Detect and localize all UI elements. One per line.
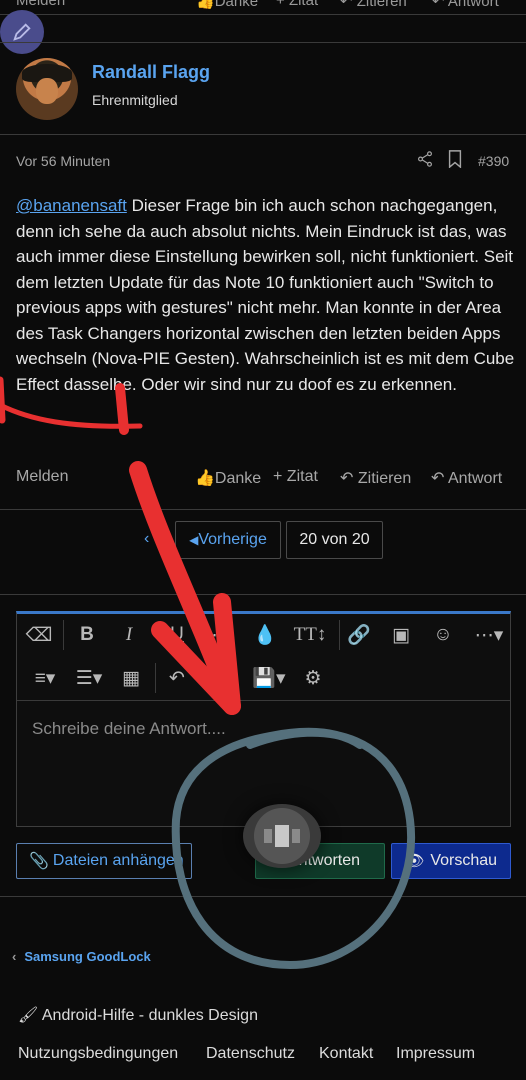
paintbrush-icon: 🖌: [18, 1007, 39, 1024]
bookmark-icon[interactable]: [447, 150, 463, 171]
chevron-left-icon: ◀: [189, 533, 199, 547]
red-underline-annotation: [0, 402, 143, 429]
avatar[interactable]: [16, 58, 78, 120]
color-drop-icon[interactable]: 💧: [251, 622, 279, 648]
divider: [0, 896, 526, 897]
preview-button[interactable]: 👁 Vorschau: [391, 843, 511, 879]
page-indicator[interactable]: 20 von 20: [286, 521, 383, 559]
post-time[interactable]: Vor 56 Minuten: [16, 153, 110, 169]
more-options-icon[interactable]: ⋯▾: [473, 622, 505, 648]
thumbs-up-icon: 👍: [195, 470, 215, 487]
recent-apps-floating-button[interactable]: [243, 804, 321, 868]
post-body: @bananensaft Dieser Frage bin ich auch s…: [16, 193, 516, 397]
recent-apps-icon: [264, 825, 300, 847]
eraser-icon[interactable]: ⌫: [25, 622, 53, 648]
image-icon[interactable]: ▣: [387, 622, 415, 648]
thanks-link-top[interactable]: 👍Danke: [196, 0, 258, 10]
post-number[interactable]: #390: [478, 153, 509, 169]
plus-icon: +: [273, 468, 287, 485]
more-text-icon[interactable]: ⋯: [207, 622, 235, 648]
underline-icon[interactable]: U: [163, 622, 191, 648]
share-icon[interactable]: [416, 150, 434, 171]
post-text: Dieser Frage bin ich auch schon nachgega…: [16, 196, 515, 394]
previous-post-actions: Melden 👍Danke + Zitat ↶ Zitieren ↶ Antwo…: [0, 0, 526, 14]
cite-link[interactable]: ↶ Zitieren: [340, 468, 411, 488]
footer-link-imprint[interactable]: Impressum: [396, 1045, 475, 1063]
footer-link-terms[interactable]: Nutzungsbedingungen: [18, 1045, 178, 1063]
report-link-top[interactable]: Melden: [16, 0, 65, 9]
footer-link-privacy[interactable]: Datenschutz: [206, 1045, 295, 1063]
link-icon[interactable]: 🔗: [345, 622, 373, 648]
reply-link-top[interactable]: ↶ Antwort: [432, 0, 499, 10]
smiley-icon[interactable]: ☺: [429, 622, 457, 648]
reply-link[interactable]: ↶ Antwort: [431, 468, 502, 488]
list-icon[interactable]: ☰▾: [71, 665, 107, 691]
divider: [0, 134, 526, 135]
report-link[interactable]: Melden: [16, 468, 68, 486]
cite-link-top[interactable]: ↶ Zitieren: [340, 0, 407, 10]
editor-toolbar-row-2: ≡▾ ☰▾ ▦ ↶ 💾▾ ⚙: [17, 657, 510, 699]
paperclip-icon: 📎: [29, 853, 49, 870]
reply-arrow-icon: ↶: [340, 470, 358, 487]
eye-icon: 👁: [404, 853, 425, 870]
editor-placeholder: Schreibe deine Antwort....: [32, 719, 226, 738]
author-name[interactable]: Randall Flagg: [92, 62, 210, 83]
divider: [0, 14, 526, 15]
quote-link-top[interactable]: + Zitat: [276, 0, 318, 9]
author-title: Ehrenmitglied: [92, 92, 178, 108]
edit-fab-button[interactable]: [0, 10, 44, 54]
thanks-link[interactable]: 👍Danke: [195, 468, 261, 488]
divider: [0, 42, 526, 43]
bold-icon[interactable]: B: [73, 622, 101, 648]
pen-icon: [13, 23, 31, 41]
quote-link[interactable]: + Zitat: [273, 468, 318, 486]
align-icon[interactable]: ≡▾: [27, 665, 63, 691]
reply-arrow-icon: ↶: [431, 470, 448, 487]
breadcrumb[interactable]: ‹ Samsung GoodLock: [12, 949, 151, 964]
table-icon[interactable]: ▦: [117, 665, 145, 691]
italic-icon[interactable]: I: [115, 622, 143, 648]
prev-page-button[interactable]: ◀ Vorherige: [175, 521, 281, 559]
first-page-arrow-icon[interactable]: ‹: [144, 530, 149, 548]
settings-gear-icon[interactable]: ⚙: [299, 665, 327, 691]
save-draft-icon[interactable]: 💾▾: [251, 665, 287, 691]
style-chooser-link[interactable]: 🖌 Android-Hilfe - dunkles Design: [18, 1005, 258, 1025]
undo-icon[interactable]: ↶: [163, 665, 191, 691]
editor-toolbar-row-1: ⌫ B I U ⋯ 💧 TT↕ 🔗 ▣ ☺ ⋯▾: [17, 614, 510, 656]
reply-editor[interactable]: ⌫ B I U ⋯ 💧 TT↕ 🔗 ▣ ☺ ⋯▾ ≡▾ ☰▾ ▦ ↶ 💾▾ ⚙ …: [16, 611, 511, 827]
divider: [0, 509, 526, 510]
mention-link[interactable]: @bananensaft: [16, 196, 127, 215]
chevron-left-icon: ‹: [12, 949, 17, 964]
divider: [0, 594, 526, 595]
footer-link-contact[interactable]: Kontakt: [319, 1045, 373, 1063]
font-size-icon[interactable]: TT↕: [293, 622, 327, 648]
attach-files-button[interactable]: 📎 Dateien anhängen: [16, 843, 192, 879]
